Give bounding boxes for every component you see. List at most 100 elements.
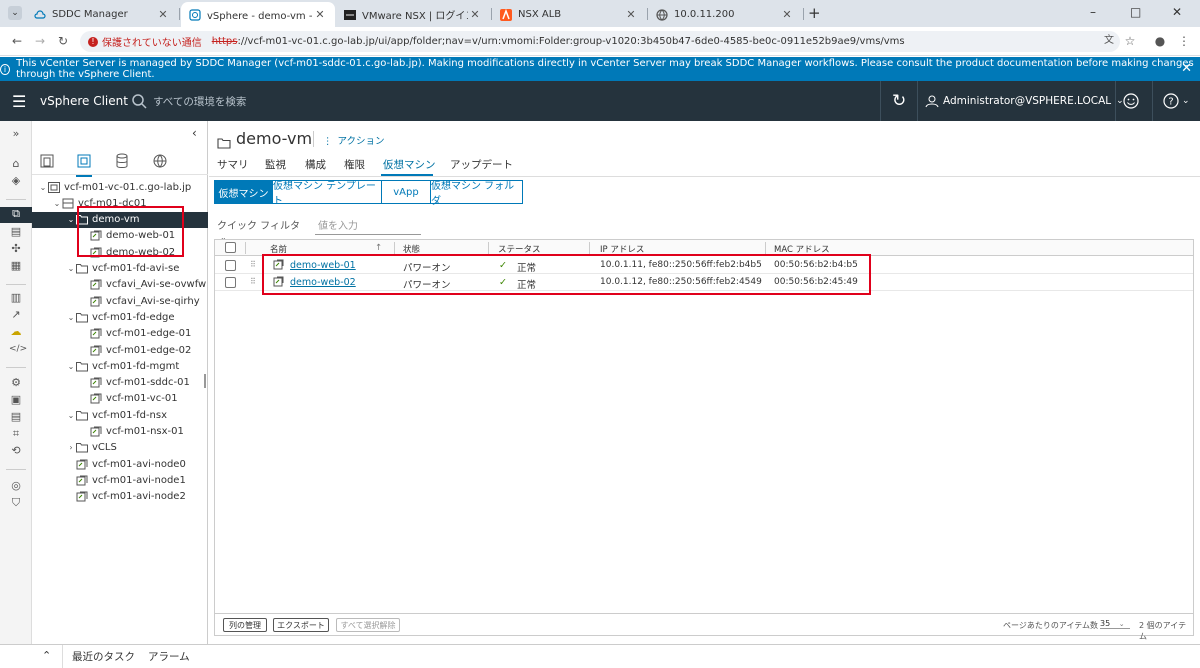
skyline-icon[interactable]: ◎	[9, 479, 23, 493]
row-checkbox[interactable]	[225, 260, 236, 271]
tree-item[interactable]: ⌄ vcf-m01-dc01	[32, 195, 208, 211]
forward-arrow-icon[interactable]: →	[32, 33, 48, 49]
cloud-provider-icon[interactable]: ☁	[9, 325, 23, 339]
tree-item[interactable]: vcf-m01-avi-node0	[32, 456, 208, 472]
close-icon[interactable]: ✕	[468, 8, 482, 21]
vm-name-link[interactable]: demo-web-02	[290, 277, 356, 288]
column-mac[interactable]: MAC アドレス	[774, 243, 830, 255]
maximize-button[interactable]: □	[1130, 5, 1141, 19]
export-button[interactable]: エクスポート	[273, 618, 329, 632]
tasks-icon[interactable]: ▣	[9, 393, 23, 407]
close-icon[interactable]: ✕	[156, 8, 170, 21]
minimize-button[interactable]: –	[1090, 5, 1096, 19]
chevron-down-icon[interactable]: ⌄	[52, 199, 62, 208]
new-tab-button[interactable]: +	[808, 4, 821, 22]
tree-folder-item[interactable]: ⌄ vcf-m01-fd-edge	[32, 309, 208, 325]
chevron-down-icon[interactable]: ⌄	[66, 362, 76, 371]
tab-permissions[interactable]: 権限	[344, 157, 365, 172]
browser-tab-sddc[interactable]: SDDC Manager ✕	[26, 2, 178, 27]
policies-icon[interactable]: ▥	[9, 291, 23, 305]
hosts-clusters-view-icon[interactable]	[39, 153, 55, 173]
global-inventory-icon[interactable]: ▦	[9, 259, 23, 273]
deselect-all-button[interactable]: すべて選択解除	[336, 618, 400, 632]
column-status[interactable]: ステータス	[498, 243, 541, 255]
close-icon[interactable]: ✕	[313, 8, 327, 21]
drag-handle-icon[interactable]: ⠿	[250, 277, 256, 286]
networking-view-icon[interactable]	[152, 153, 168, 173]
storage-view-icon[interactable]	[114, 153, 130, 173]
chevron-down-icon[interactable]: ⌄	[66, 215, 76, 224]
tab-vms[interactable]: 仮想マシン	[383, 157, 436, 172]
subtab-vm-templates[interactable]: 仮想マシン テンプレート	[272, 180, 382, 207]
chevron-right-icon[interactable]: ›	[66, 443, 76, 452]
developer-center-icon[interactable]: </>	[9, 342, 27, 356]
table-row[interactable]: ⠿ demo-web-02 パワーオン ✓ 正常 10.0.1.12, fe80…	[215, 274, 1193, 291]
actions-menu[interactable]: ⋮ アクション	[323, 133, 385, 147]
close-icon[interactable]: ✕	[624, 8, 638, 21]
tab-list-chevron-icon[interactable]: ⌄	[8, 6, 22, 20]
tree-folder-item[interactable]: ⌄ vcf-m01-fd-mgmt	[32, 358, 208, 374]
chevron-down-icon[interactable]: ⌄	[66, 313, 76, 322]
global-search[interactable]: すべての環境を検索	[132, 81, 246, 121]
column-name[interactable]: 名前	[270, 243, 287, 255]
table-row[interactable]: ⠿ demo-web-01 パワーオン ✓ 正常 10.0.1.11, fe80…	[215, 257, 1193, 274]
tree-folder-item[interactable]: ⌄ vcf-m01-fd-avi-se	[32, 261, 208, 277]
shortcuts-icon[interactable]: ◈	[9, 174, 23, 188]
administration-icon[interactable]: ⚙	[9, 376, 23, 390]
expand-panel-icon[interactable]: ⌃	[42, 649, 51, 662]
home-icon[interactable]: ⌂	[9, 157, 23, 171]
tree-folder-item[interactable]: ⌄ vcf-m01-fd-nsx	[32, 407, 208, 423]
close-icon[interactable]: ✕	[1181, 61, 1192, 76]
feedback-smiley-icon[interactable]	[1123, 81, 1139, 121]
tags-icon[interactable]: ⌗	[9, 427, 23, 441]
inventory-icon[interactable]: ⧉	[0, 207, 32, 223]
workload-icon[interactable]: ✣	[9, 242, 23, 256]
filter-value-input[interactable]: 値を入力	[315, 217, 421, 235]
url-input[interactable]: ! 保護されていない通信 https ://vcf-m01-vc-01.c.go…	[80, 31, 1120, 52]
panel-resize-handle[interactable]	[204, 374, 206, 388]
more-menu-icon[interactable]: ⋮	[1176, 33, 1192, 49]
tab-monitor[interactable]: 監視	[265, 157, 286, 172]
manage-columns-button[interactable]: 列の管理	[223, 618, 267, 632]
drag-handle-icon[interactable]: ⠿	[250, 260, 256, 269]
events-icon[interactable]: ▤	[9, 410, 23, 424]
hamburger-menu-icon[interactable]: ☰	[12, 81, 26, 121]
tree-folder-item[interactable]: ⌄ demo-vm	[32, 211, 208, 228]
tree-item[interactable]: vcf-m01-avi-node1	[32, 472, 208, 488]
row-checkbox[interactable]	[225, 277, 236, 288]
bookmark-star-icon[interactable]: ☆	[1122, 33, 1138, 49]
column-ip[interactable]: IP アドレス	[600, 243, 644, 255]
tree-item[interactable]: vcf-m01-nsx-01	[32, 424, 208, 440]
tab-configure[interactable]: 構成	[305, 157, 326, 172]
help-icon[interactable]: ? ⌄	[1163, 81, 1190, 121]
select-all-checkbox[interactable]	[225, 242, 236, 253]
collapse-panel-icon[interactable]: ‹	[192, 126, 197, 140]
tab-summary[interactable]: サマリ	[217, 157, 249, 172]
tree-item[interactable]: vcfavi_Avi-se-qirhy	[32, 293, 208, 309]
column-state[interactable]: 状態	[403, 243, 420, 255]
browser-tab-alb[interactable]: NSX ALB ✕	[492, 2, 646, 27]
security-shield-icon[interactable]: ⛉	[9, 496, 23, 510]
recent-tasks-tab[interactable]: 最近のタスク	[72, 649, 135, 664]
security-warning[interactable]: ! 保護されていない通信	[88, 34, 202, 49]
profile-icon[interactable]: ●	[1152, 33, 1168, 49]
sort-up-icon[interactable]: ↑	[375, 243, 382, 253]
tree-item[interactable]: vcfavi_Avi-se-ovwfw	[32, 277, 208, 293]
auto-deploy-icon[interactable]: ↗	[9, 308, 23, 322]
vm-name-link[interactable]: demo-web-01	[290, 260, 356, 271]
chevron-down-icon[interactable]: ⌄	[66, 411, 76, 420]
close-window-button[interactable]: ✕	[1172, 5, 1182, 19]
tree-item[interactable]: vcf-m01-avi-node2	[32, 489, 208, 505]
tree-item[interactable]: demo-web-01	[32, 228, 208, 244]
tree-item[interactable]: vcf-m01-edge-02	[32, 342, 208, 358]
tree-item[interactable]: vcf-m01-sddc-01	[32, 375, 208, 391]
tree-item[interactable]: vcf-m01-edge-01	[32, 326, 208, 342]
tree-item[interactable]: demo-web-02	[32, 244, 208, 260]
content-library-icon[interactable]: ▤	[9, 225, 23, 239]
browser-tab-ip[interactable]: 10.0.11.200 ✕	[648, 2, 802, 27]
reload-icon[interactable]: ↻	[55, 33, 71, 49]
tree-folder-item[interactable]: › vCLS	[32, 440, 208, 456]
tab-updates[interactable]: アップデート	[450, 157, 513, 172]
browser-tab-vsphere[interactable]: vSphere - demo-vm - 仮想マシン ✕	[181, 2, 335, 27]
expand-rail-icon[interactable]: »	[9, 127, 23, 141]
